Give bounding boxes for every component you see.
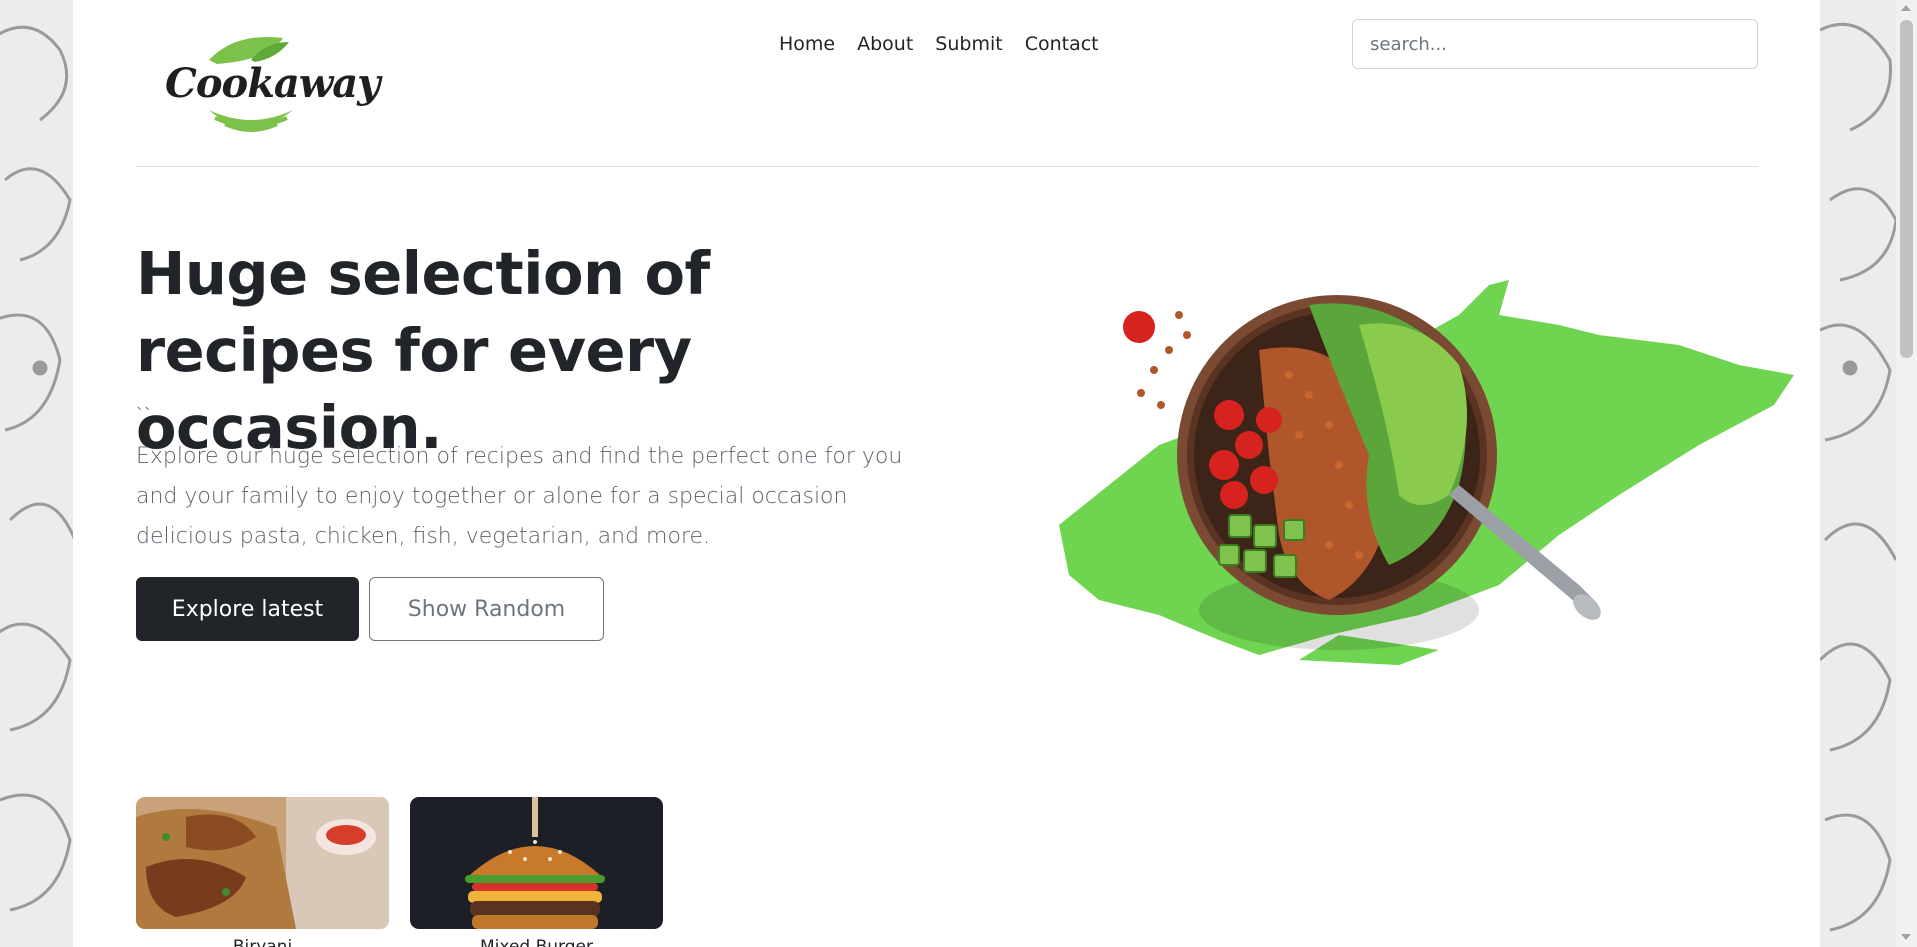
burger-image <box>410 797 663 929</box>
nav-submit-link[interactable]: Submit <box>935 33 1002 55</box>
nav-about-link[interactable]: About <box>857 33 913 55</box>
hero-stray-mark: `` <box>136 405 152 424</box>
nav-contact-link[interactable]: Contact <box>1025 33 1099 55</box>
search-input[interactable] <box>1352 19 1758 69</box>
header-divider <box>136 166 1758 167</box>
scroll-thumb[interactable] <box>1900 20 1913 358</box>
background-pattern-right <box>1820 0 1896 947</box>
biryani-image <box>136 797 389 929</box>
card-title-biryani[interactable]: Biryani <box>136 936 389 947</box>
hero-title: Huge selection of recipes for every occa… <box>136 239 710 462</box>
recipe-card-burger[interactable] <box>410 797 663 929</box>
scroll-up-arrow-icon[interactable] <box>1901 5 1911 11</box>
hero-lead: Explore our huge selection of recipes an… <box>136 444 903 549</box>
main-nav: Home About Submit Contact <box>779 33 1099 55</box>
page-scrollbar[interactable] <box>1896 0 1917 947</box>
show-random-button[interactable]: Show Random <box>369 577 604 641</box>
page-container: Cookaway Home About Submit Contact Huge … <box>73 0 1820 947</box>
recipe-card-biryani[interactable] <box>136 797 389 929</box>
scroll-down-arrow-icon[interactable] <box>1901 934 1911 940</box>
brand-name: Cookaway <box>165 60 380 107</box>
brand-logo[interactable]: Cookaway <box>165 30 380 134</box>
salad-bowl-image <box>1039 255 1801 680</box>
background-pattern-left <box>0 0 73 947</box>
card-title-burger[interactable]: Mixed Burger <box>410 936 663 947</box>
nav-home-link[interactable]: Home <box>779 33 835 55</box>
explore-latest-button[interactable]: Explore latest <box>136 577 359 641</box>
